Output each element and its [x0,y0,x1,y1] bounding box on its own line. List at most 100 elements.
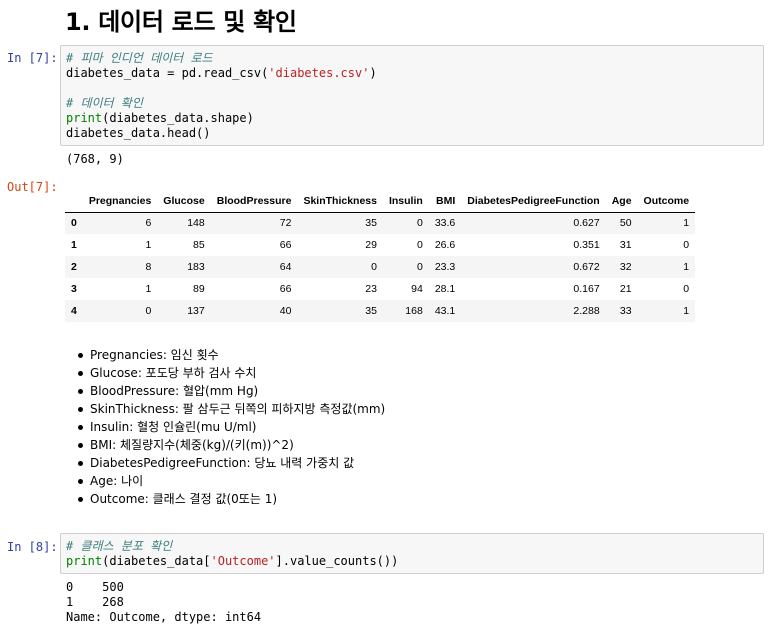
column-header: Pregnancies [82,190,158,213]
code-token-plain: (diabetes_data.shape) [102,111,254,125]
table-cell: 33 [619,305,632,317]
table-cell: 89 [193,283,205,295]
table-cell: 43.1 [434,305,456,317]
table-cell: 0 [683,283,690,295]
code-line: print(diabetes_data['Outcome'].value_cou… [66,554,759,569]
code-token-plain: diabetes_data.head() [66,126,211,140]
table-row: 2 8 183 64 0 0 23.3 0.672 32 1 [65,256,696,278]
table-cell: 23 [365,283,377,295]
dataframe-head-table: Pregnancies Glucose BloodPressure SkinThick… [65,190,696,322]
code-token-plain: ].value_counts()) [275,554,399,568]
table-header-row: Pregnancies Glucose BloodPressure SkinThick… [65,190,696,213]
code-line: # 피마 인디언 데이터 로드 [66,51,759,66]
row-index: 2 [71,261,77,273]
table-row: 3 1 89 66 23 94 28.1 0.167 21 0 [65,278,695,300]
table-cell: 85 [193,239,205,251]
description-item: Pregnancies: 임신 횟수 [76,346,385,364]
output-prompt-7: Out[7]: [7,180,58,194]
code-token-string: 'Outcome' [210,554,276,568]
table-cell: 0 [683,239,690,251]
table-cell: 50 [619,217,632,230]
table-cell: 1 [145,239,152,251]
table-cell: 0.672 [573,261,600,273]
table-cell: 168 [405,305,423,317]
table-cell: 8 [145,261,152,273]
code-token-comment: # 피마 인디언 데이터 로드 [66,51,213,65]
table-cell: 72 [279,217,292,230]
table-cell: 1 [683,305,690,317]
row-index: 3 [71,283,77,295]
table-cell: 29 [365,239,377,251]
table-cell: 32 [619,261,632,273]
column-header: BMI [428,190,462,213]
table-cell: 0 [416,239,423,251]
code-token-comment: # 데이터 확인 [66,96,143,110]
table-cell: 0 [416,261,423,273]
table-cell: 33.6 [434,217,456,230]
stdout-value-counts: 0 500 1 268 Name: Outcome, dtype: int64 [66,580,262,624]
code-line: # 데이터 확인 [66,96,759,111]
column-header [65,190,83,213]
column-header: SkinThickness [297,190,383,213]
table-cell: 35 [365,217,377,230]
description-item: Glucose: 포도당 부하 검사 수치 [76,364,385,382]
code-editor-8[interactable]: # 클래스 분포 확인 print(diabetes_data['Outcome'… [66,539,759,569]
description-item: Age: 나이 [76,472,385,490]
column-header: Glucose [157,190,211,213]
table-cell: 28.1 [434,283,456,295]
table-cell: 137 [187,305,205,317]
code-line: diabetes_data.head() [66,126,759,141]
description-item: SkinThickness: 팔 삼두근 뒤쪽의 피하지방 측정값(mm) [76,400,385,418]
column-header: Outcome [637,190,696,213]
description-item: Insulin: 혈청 인슐린(mu U/ml) [76,418,385,436]
table-cell: 2.288 [573,305,600,317]
table-cell: 0.627 [573,217,600,230]
code-cell-7[interactable]: # 피마 인디언 데이터 로드 diabetes_data = pd.read_c… [60,45,764,146]
table-cell: 0 [371,261,377,273]
table-cell: 1 [683,217,690,230]
description-item: BMI: 체질량지수(체중(kg)/(키(m))^2) [76,436,385,454]
table-cell: 35 [365,305,377,317]
column-header: BloodPressure [210,190,298,213]
description-item: DiabetesPedigreeFunction: 당뇨 내력 가중치 값 [76,454,385,472]
code-token-plain: (diabetes_data[ [102,554,211,568]
description-item: BloodPressure: 혈압(mm Hg) [76,382,385,400]
row-index: 1 [71,239,77,251]
code-token-comment: # 클래스 분포 확인 [66,539,173,553]
table-cell: 6 [145,217,152,230]
code-token-plain: diabetes_data = pd.read_csv( [66,66,269,80]
row-index: 0 [71,217,77,230]
table-cell: 31 [619,239,632,251]
code-line: # 클래스 분포 확인 [66,539,759,554]
table-row: 4 0 137 40 35 168 43.1 2.288 33 1 [65,300,696,322]
feature-description-list: Pregnancies: 임신 횟수 Glucose: 포도당 부하 검사 수치 B… [76,346,385,508]
table-cell: 26.6 [434,239,456,251]
table-cell: 66 [279,283,292,295]
column-header: Age [605,190,638,213]
table-cell: 66 [279,239,292,251]
stdout-shape: (768, 9) [66,152,124,166]
column-header: Insulin [382,190,429,213]
code-token-plain: ) [369,66,377,80]
table-cell: 1 [145,283,152,295]
code-token-string: 'diabetes.csv' [268,66,370,80]
code-cell-8[interactable]: # 클래스 분포 확인 print(diabetes_data['Outcome'… [60,533,764,574]
table-cell: 0.351 [573,239,600,251]
section-heading: 1. 데이터 로드 및 확인 [65,8,297,36]
table-row: 1 1 85 66 29 0 26.6 0.351 31 0 [65,234,695,256]
table-cell: 1 [683,261,690,273]
table-cell: 64 [279,261,292,273]
table-cell: 0 [145,305,152,317]
table-cell: 0.167 [573,283,600,295]
table-cell: 94 [411,283,423,295]
table-cell: 183 [187,261,205,273]
table-cell: 148 [187,217,205,230]
column-header: DiabetesPedigreeFunction [461,190,606,213]
input-prompt-7: In [7]: [7,51,58,65]
code-token-builtin: print [66,554,103,568]
code-editor-7[interactable]: # 피마 인디언 데이터 로드 diabetes_data = pd.read_c… [66,51,759,141]
code-line: diabetes_data = pd.read_csv('diabetes.cs… [66,66,759,81]
code-line: print(diabetes_data.shape) [66,111,759,126]
table-cell: 23.3 [434,261,456,273]
